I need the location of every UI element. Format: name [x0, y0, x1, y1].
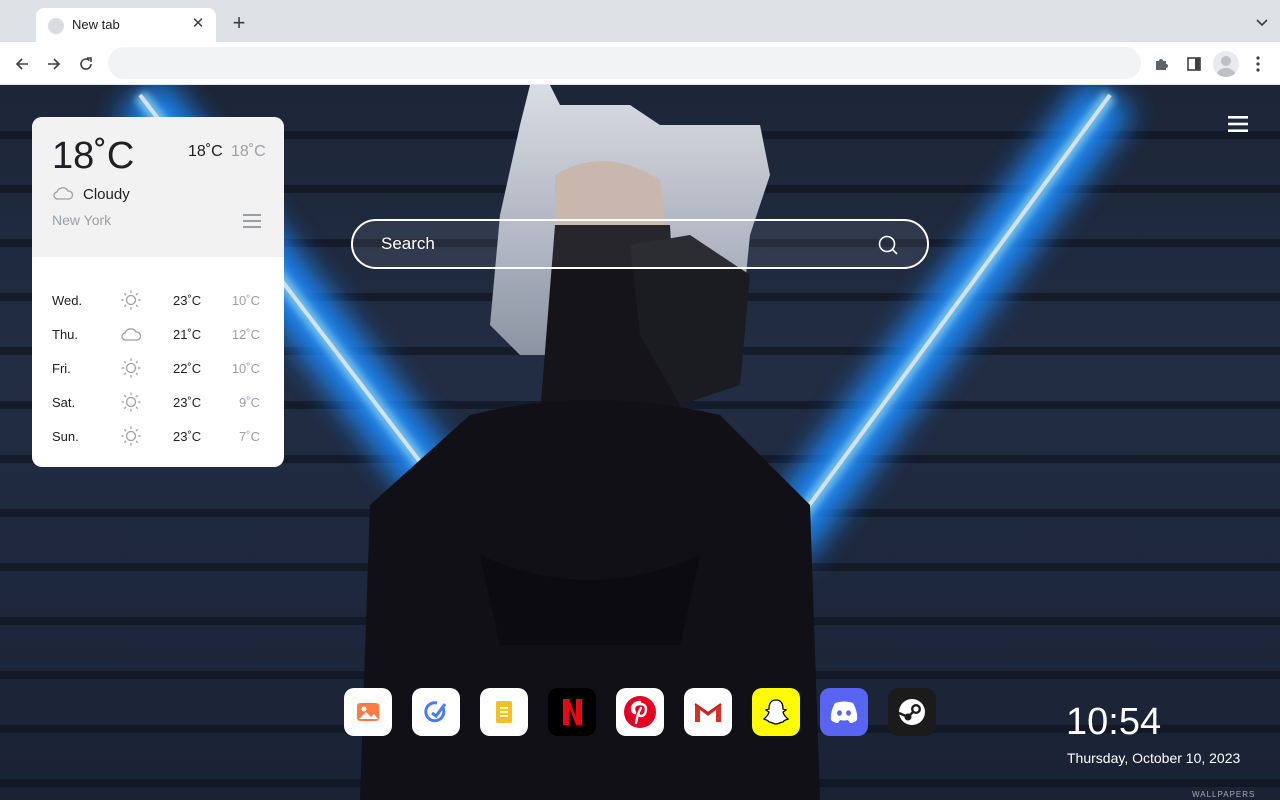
forecast-day: Sat.	[52, 395, 76, 410]
pinterest-icon	[624, 696, 656, 728]
forward-arrow-icon[interactable]	[42, 52, 66, 76]
forecast-low: 10˚C	[231, 293, 260, 308]
sun-icon	[120, 357, 142, 379]
check-icon	[424, 701, 447, 723]
tab-title: New tab	[72, 17, 120, 32]
back-arrow-icon[interactable]	[10, 52, 34, 76]
tab-strip: New tab ✕ +	[0, 0, 1280, 42]
gmail-app-button[interactable]	[684, 688, 732, 736]
today-high: 18˚C	[188, 143, 223, 160]
gmail-icon	[694, 703, 722, 722]
forecast-row: Thu. 21˚C 12˚C	[32, 319, 284, 353]
snapchat-app-button[interactable]	[752, 688, 800, 736]
sun-icon	[120, 425, 142, 447]
search-box[interactable]	[351, 219, 929, 269]
tab-new-tab[interactable]: New tab ✕	[36, 8, 216, 42]
today-low: 18˚C	[231, 143, 266, 160]
clock-date: Thursday, October 10, 2023	[1067, 750, 1241, 766]
snapchat-icon	[762, 699, 790, 725]
forecast-day: Fri.	[52, 361, 71, 376]
forecast-row: Wed. 23˚C 10˚C	[32, 285, 284, 319]
netflix-icon	[563, 699, 582, 725]
discord-app-button[interactable]	[820, 688, 868, 736]
wallpaper-watermark: WALLPAPERS	[1192, 790, 1256, 799]
weather-menu-icon[interactable]	[243, 214, 261, 228]
search-input[interactable]	[381, 233, 861, 255]
address-bar[interactable]	[108, 47, 1141, 79]
new-tab-page: 18˚C 18˚C 18˚C Cloudy New York Wed. 23˚C 1…	[0, 85, 1280, 800]
forecast-low: 12˚C	[231, 327, 260, 342]
tab-search-chevron-icon[interactable]	[1254, 14, 1270, 30]
cloud-icon	[53, 187, 74, 200]
reload-icon[interactable]	[74, 52, 98, 76]
forecast-high: 23˚C	[173, 429, 202, 444]
profile-avatar[interactable]	[1213, 51, 1239, 77]
clock-time: 10:54	[1066, 701, 1162, 743]
weather-city: New York	[52, 212, 112, 228]
browser-toolbar	[0, 42, 1280, 85]
sun-icon	[120, 391, 142, 413]
forecast-day: Sun.	[52, 429, 79, 444]
search-icon[interactable]	[877, 234, 899, 256]
tab-favicon-icon	[48, 18, 64, 34]
forecast-low: 9˚C	[239, 395, 260, 410]
discord-icon	[830, 701, 858, 723]
weather-current: 18˚C 18˚C 18˚C Cloudy New York	[32, 117, 284, 257]
forecast-high: 23˚C	[173, 293, 202, 308]
weather-condition: Cloudy	[83, 186, 130, 203]
new-tab-button[interactable]: +	[228, 12, 250, 34]
photo-icon	[357, 703, 379, 721]
gallery-app-button[interactable]	[344, 688, 392, 736]
forecast-day: Thu.	[52, 327, 79, 342]
hamburger-menu-icon[interactable]	[1228, 116, 1248, 132]
cloud-icon	[120, 323, 142, 345]
forecast-high: 21˚C	[173, 327, 202, 342]
tab-close-button[interactable]: ✕	[188, 14, 208, 34]
forecast-row: Sat. 23˚C 9˚C	[32, 387, 284, 421]
tasks-app-button[interactable]	[412, 688, 460, 736]
forecast-row: Fri. 22˚C 10˚C	[32, 353, 284, 387]
kebab-menu-icon[interactable]	[1246, 52, 1270, 76]
forecast-row: Sun. 23˚C 7˚C	[32, 421, 284, 455]
netflix-app-button[interactable]	[548, 688, 596, 736]
forecast-low: 10˚C	[231, 361, 260, 376]
forecast-high: 22˚C	[173, 361, 202, 376]
forecast-high: 23˚C	[173, 395, 202, 410]
extensions-puzzle-icon[interactable]	[1150, 52, 1174, 76]
pinterest-app-button[interactable]	[616, 688, 664, 736]
forecast-low: 7˚C	[239, 429, 260, 444]
steam-app-button[interactable]	[888, 688, 936, 736]
current-temperature: 18˚C	[52, 135, 135, 177]
forecast-list: Wed. 23˚C 10˚C Thu. 21˚C 12˚C Fri. 22˚C 10˚C Sat.…	[32, 257, 284, 455]
steam-icon	[898, 699, 925, 725]
side-panel-icon[interactable]	[1182, 52, 1206, 76]
note-icon	[496, 701, 512, 723]
notes-app-button[interactable]	[480, 688, 528, 736]
sun-icon	[120, 289, 142, 311]
weather-widget[interactable]: 18˚C 18˚C 18˚C Cloudy New York Wed. 23˚C 1…	[32, 117, 284, 467]
forecast-day: Wed.	[52, 293, 83, 308]
